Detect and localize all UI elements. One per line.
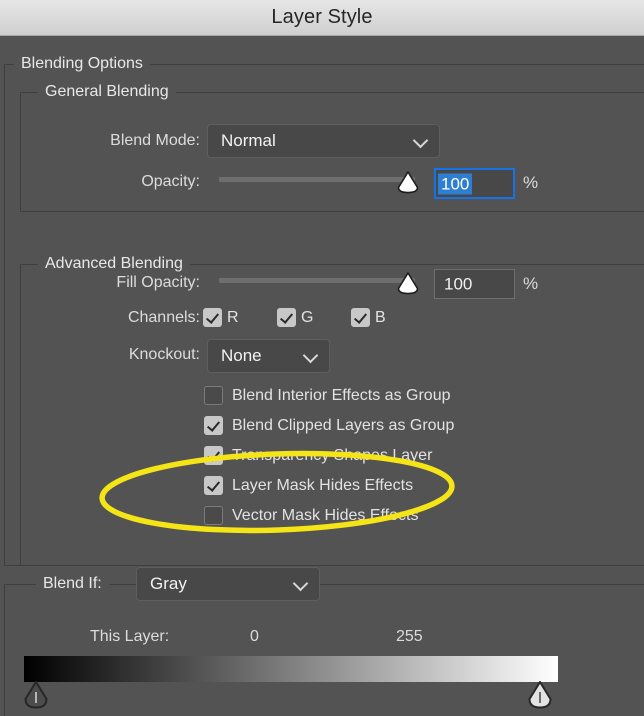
blending-options-legend: Blending Options bbox=[14, 56, 150, 72]
channels-label: Channels: bbox=[127, 309, 200, 326]
opacity-unit: % bbox=[523, 173, 539, 192]
knockout-select[interactable]: None bbox=[207, 339, 330, 373]
checkbox-box[interactable] bbox=[204, 506, 223, 525]
channel-label-b: B bbox=[375, 309, 386, 326]
channel-label-r: R bbox=[227, 309, 239, 326]
blend-mode-value: Normal bbox=[221, 131, 276, 150]
checkbox-label: Vector Mask Hides Effects bbox=[232, 507, 419, 524]
checkbox-label: Layer Mask Hides Effects bbox=[232, 477, 414, 494]
dialog-body: Blending Options General Blending Blend … bbox=[0, 36, 644, 716]
opacity-slider-track[interactable] bbox=[219, 177, 415, 182]
opacity-slider-thumb[interactable] bbox=[396, 170, 420, 194]
fill-opacity-slider-thumb[interactable] bbox=[396, 271, 420, 295]
fill-opacity-value: 100 bbox=[444, 274, 473, 294]
chevron-down-icon bbox=[304, 349, 317, 362]
blend-if-channel-select[interactable]: Gray bbox=[136, 567, 320, 601]
checkbox-box[interactable] bbox=[203, 308, 222, 327]
this-layer-white-slider-handle[interactable] bbox=[527, 680, 553, 710]
blend-mode-select[interactable]: Normal bbox=[207, 124, 440, 158]
checkbox-box[interactable] bbox=[204, 476, 223, 495]
dialog-title: Layer Style bbox=[271, 6, 373, 28]
fill-opacity-label: Fill Opacity: bbox=[116, 274, 200, 291]
this-layer-black-slider-handle[interactable] bbox=[23, 680, 49, 710]
this-layer-max-value: 255 bbox=[396, 628, 423, 645]
checkbox-box[interactable] bbox=[204, 446, 223, 465]
checkbox-label: Blend Clipped Layers as Group bbox=[232, 417, 455, 434]
fill-opacity-unit: % bbox=[523, 274, 539, 293]
knockout-label: Knockout: bbox=[128, 346, 200, 363]
checkbox-box[interactable] bbox=[351, 308, 370, 327]
blend-if-channel-value: Gray bbox=[150, 574, 187, 593]
opacity-label: Opacity: bbox=[141, 173, 200, 190]
advanced-blending-legend: Advanced Blending bbox=[38, 256, 190, 272]
this-layer-gradient-bar[interactable] bbox=[24, 656, 558, 682]
checkbox-box[interactable] bbox=[277, 308, 296, 327]
checkbox-label: Blend Interior Effects as Group bbox=[232, 387, 451, 404]
checkbox-box[interactable] bbox=[204, 386, 223, 405]
this-layer-min-value: 0 bbox=[250, 628, 259, 645]
checkbox-box[interactable] bbox=[204, 416, 223, 435]
opacity-value: 100 bbox=[438, 173, 473, 194]
dialog-titlebar: Layer Style bbox=[0, 0, 644, 36]
layer-style-dialog: Layer Style Blending Options General Ble… bbox=[0, 0, 644, 716]
knockout-value: None bbox=[221, 346, 262, 365]
this-layer-label: This Layer: bbox=[90, 628, 170, 645]
general-blending-legend: General Blending bbox=[38, 84, 176, 100]
checkbox-label: Transparency Shapes Layer bbox=[232, 447, 433, 464]
chevron-down-icon bbox=[414, 134, 427, 147]
blend-mode-label: Blend Mode: bbox=[110, 132, 200, 149]
chevron-down-icon bbox=[294, 577, 307, 590]
channel-label-g: G bbox=[301, 309, 314, 326]
fill-opacity-input[interactable]: 100 bbox=[434, 269, 515, 299]
opacity-input[interactable]: 100 bbox=[434, 168, 515, 199]
fill-opacity-slider-track[interactable] bbox=[219, 278, 415, 283]
blend-if-legend: Blend If: bbox=[36, 576, 109, 592]
